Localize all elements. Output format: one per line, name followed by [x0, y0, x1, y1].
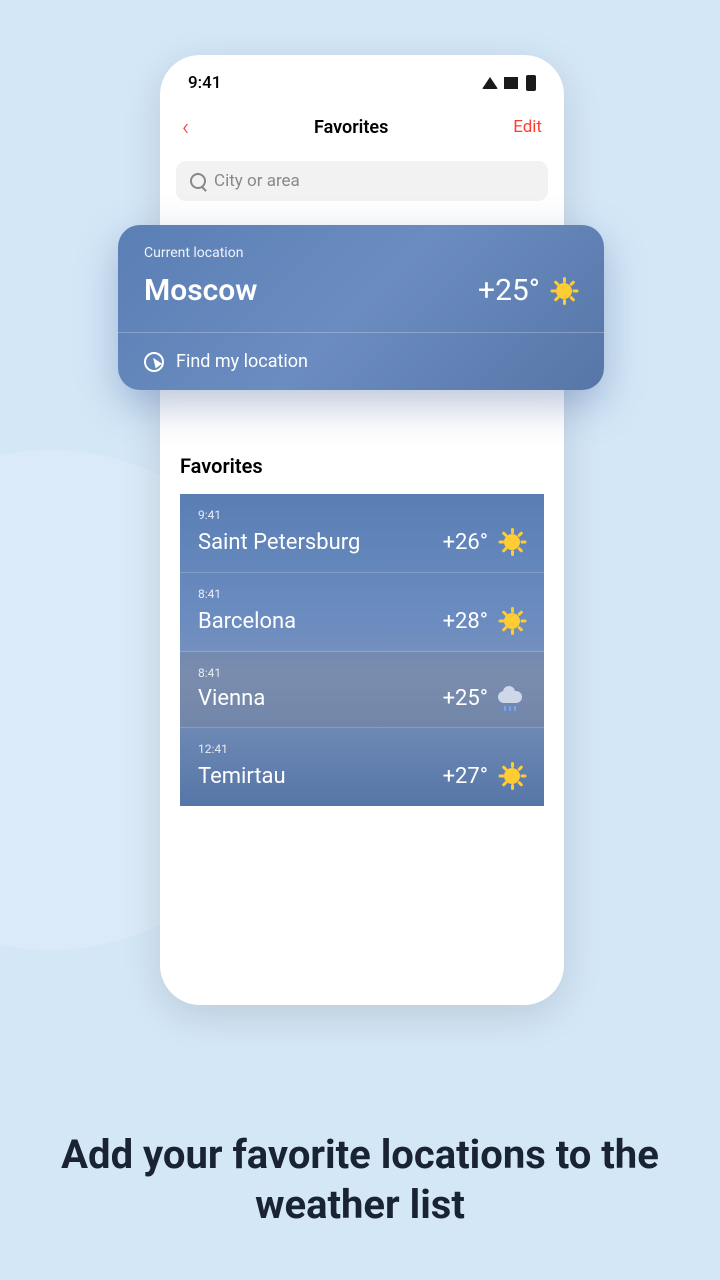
favorite-city: Vienna [198, 686, 265, 711]
nav-bar: ‹ Favorites Edit [160, 101, 564, 153]
favorite-item[interactable]: 8:41 Barcelona +28° [180, 573, 544, 652]
favorite-time: 8:41 [198, 587, 526, 601]
sun-icon [498, 528, 526, 556]
page-title: Favorites [314, 117, 388, 138]
back-button[interactable]: ‹ [182, 113, 189, 141]
find-location-label: Find my location [176, 351, 308, 372]
search-icon [190, 173, 206, 189]
favorite-item[interactable]: 9:41 Saint Petersburg +26° [180, 494, 544, 573]
search-input[interactable]: City or area [176, 161, 548, 201]
signal-icon [504, 77, 518, 89]
favorite-city: Barcelona [198, 609, 296, 634]
favorites-header: Favorites [180, 440, 544, 494]
current-temp: +25° [478, 273, 540, 308]
favorite-temp: +25° [443, 686, 488, 711]
favorite-time: 9:41 [198, 508, 526, 522]
current-city: Moscow [144, 273, 257, 308]
favorite-temp: +28° [443, 609, 488, 634]
current-location-label: Current location [144, 245, 578, 261]
favorite-item[interactable]: 8:41 Vienna +25° [180, 652, 544, 728]
favorite-temp: +27° [443, 764, 488, 789]
status-bar: 9:41 [160, 55, 564, 101]
status-time: 9:41 [188, 73, 221, 93]
sun-icon [498, 762, 526, 790]
favorite-city: Saint Petersburg [198, 530, 360, 555]
status-icons [482, 75, 536, 91]
compass-icon [144, 352, 164, 372]
battery-icon [526, 75, 536, 91]
favorite-time: 12:41 [198, 742, 526, 756]
sun-icon [498, 607, 526, 635]
favorite-time: 8:41 [198, 666, 526, 680]
favorite-item[interactable]: 12:41 Temirtau +27° [180, 728, 544, 806]
favorite-city: Temirtau [198, 764, 286, 789]
favorites-section: Favorites 9:41 Saint Petersburg +26° 8:4… [180, 440, 544, 806]
cloud-rain-icon [498, 689, 526, 709]
sun-icon [550, 277, 578, 305]
favorite-temp: +26° [443, 530, 488, 555]
wifi-icon [482, 77, 498, 89]
current-location-card[interactable]: Current location Moscow +25° Find my loc… [118, 225, 604, 390]
find-location-button[interactable]: Find my location [118, 332, 604, 390]
edit-button[interactable]: Edit [513, 117, 542, 137]
favorites-list: 9:41 Saint Petersburg +26° 8:41 Barcelon… [180, 494, 544, 806]
search-placeholder: City or area [214, 171, 300, 191]
promo-caption: Add your favorite locations to the weath… [0, 1130, 720, 1230]
